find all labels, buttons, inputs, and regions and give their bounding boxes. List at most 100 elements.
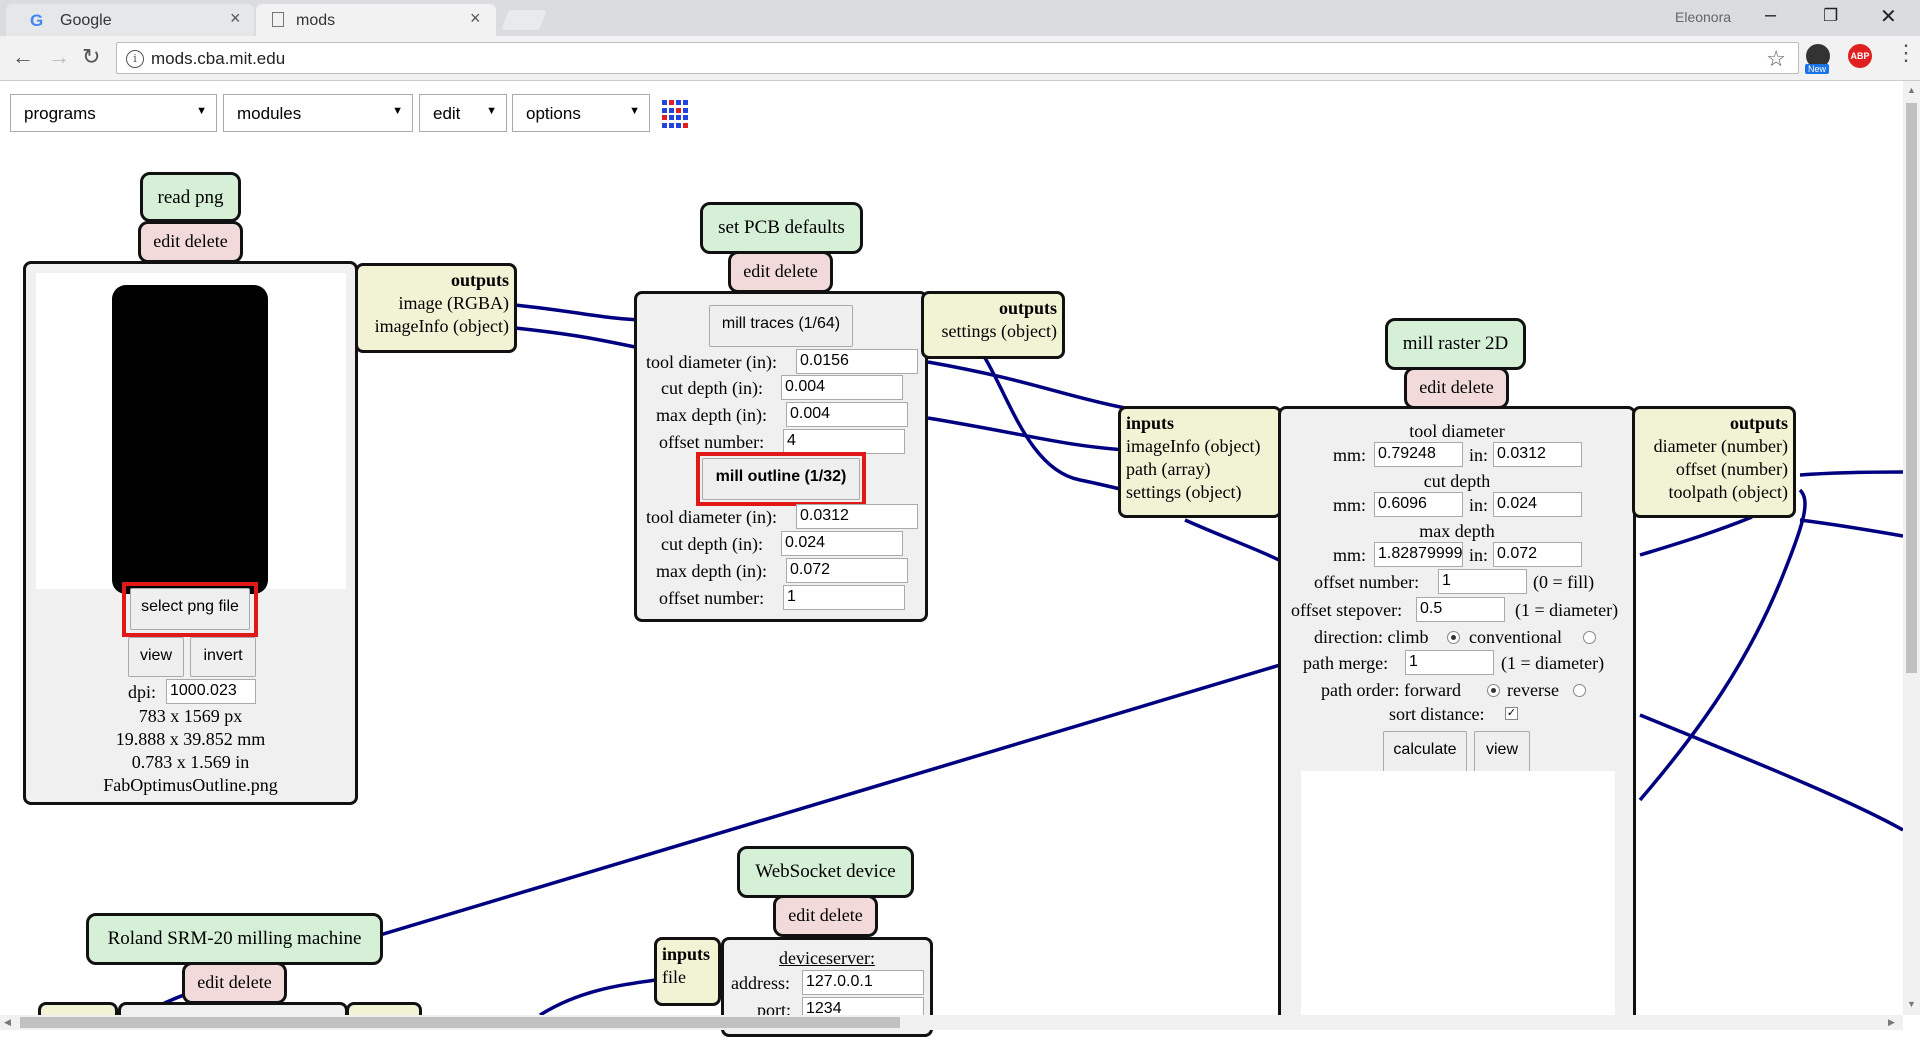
scroll-right-arrow-icon[interactable]: ▶ bbox=[1888, 1017, 1895, 1028]
websocket-edit-delete[interactable]: edit delete bbox=[773, 895, 878, 937]
address-input[interactable]: 127.0.0.1 bbox=[802, 970, 924, 995]
mill-raster-edit-delete[interactable]: edit delete bbox=[1404, 367, 1509, 409]
websocket-title[interactable]: WebSocket device bbox=[737, 846, 914, 898]
traces-offset-number-input[interactable]: 4 bbox=[783, 429, 905, 454]
address-label: address: bbox=[731, 973, 790, 993]
input-port-file[interactable]: file bbox=[662, 966, 713, 989]
max-depth-in-input[interactable]: 0.072 bbox=[1493, 542, 1582, 567]
direction-label: direction: climb bbox=[1314, 627, 1429, 647]
outputs-heading: outputs bbox=[450, 270, 509, 290]
output-port-image[interactable]: image (RGBA) bbox=[363, 292, 509, 315]
forward-radio[interactable] bbox=[1487, 684, 1500, 697]
inputs-heading: inputs bbox=[662, 944, 711, 964]
path-merge-hint: (1 = diameter) bbox=[1501, 653, 1605, 673]
wire bbox=[1184, 518, 1286, 565]
in-label: in: bbox=[1469, 445, 1489, 465]
offset-number-label: offset number: bbox=[1314, 572, 1420, 592]
wire bbox=[1799, 470, 1903, 477]
modules-menu-label: modules bbox=[237, 104, 302, 123]
vertical-scroll-thumb[interactable] bbox=[1906, 103, 1917, 673]
max-depth-mm-input[interactable]: 1.82879999 bbox=[1374, 542, 1463, 567]
outline-tool-diameter-input[interactable]: 0.0312 bbox=[796, 504, 918, 529]
pcb-defaults-title[interactable]: set PCB defaults bbox=[700, 202, 863, 254]
outputs-heading: outputs bbox=[998, 298, 1057, 318]
traces-cut-depth-input[interactable]: 0.004 bbox=[781, 375, 903, 400]
scroll-up-arrow-icon[interactable]: ▲ bbox=[1907, 85, 1916, 95]
dropdown-arrow-icon: ▼ bbox=[486, 105, 497, 117]
traces-tool-diameter-input[interactable]: 0.0156 bbox=[796, 349, 918, 374]
wire bbox=[539, 978, 657, 1015]
modules-menu[interactable]: modules ▼ bbox=[223, 94, 413, 132]
scroll-left-arrow-icon[interactable]: ◀ bbox=[4, 1017, 11, 1028]
image-size-mm: 19.888 x 39.852 mm bbox=[115, 729, 266, 749]
cut-depth-heading: cut depth bbox=[1423, 471, 1491, 491]
input-port-settings[interactable]: settings (object) bbox=[1126, 481, 1274, 504]
mill-traces-button[interactable]: mill traces (1/64) bbox=[709, 305, 853, 347]
cut-depth-label: cut depth (in): bbox=[661, 378, 763, 398]
mods-logo-icon[interactable] bbox=[662, 100, 690, 128]
tool-diameter-mm-input[interactable]: 0.79248 bbox=[1374, 442, 1463, 467]
highlight-box bbox=[122, 582, 258, 637]
outline-max-depth-input[interactable]: 0.072 bbox=[786, 558, 908, 583]
tool-diameter-label: tool diameter (in): bbox=[646, 352, 777, 372]
dpi-input[interactable]: 1000.023 bbox=[166, 679, 256, 704]
calculate-button[interactable]: calculate bbox=[1383, 731, 1467, 773]
options-menu[interactable]: options ▼ bbox=[512, 94, 650, 132]
input-port-imageinfo[interactable]: imageInfo (object) bbox=[1126, 435, 1274, 458]
path-order-label: path order: forward bbox=[1321, 680, 1461, 700]
roland-edit-delete[interactable]: edit delete bbox=[182, 962, 287, 1004]
horizontal-scroll-thumb[interactable] bbox=[20, 1017, 900, 1028]
read-png-outputs: outputs image (RGBA) imageInfo (object) bbox=[355, 263, 517, 353]
edit-menu[interactable]: edit ▼ bbox=[419, 94, 507, 132]
reverse-radio[interactable] bbox=[1573, 684, 1586, 697]
path-merge-input[interactable]: 1 bbox=[1405, 650, 1494, 675]
mill-raster-body: tool diameter mm: 0.79248 in: 0.0312 cut… bbox=[1278, 406, 1636, 1031]
offset-number-label: offset number: bbox=[659, 432, 765, 452]
read-png-title[interactable]: read png bbox=[140, 172, 241, 222]
outline-cut-depth-input[interactable]: 0.024 bbox=[781, 531, 903, 556]
output-port-imageinfo[interactable]: imageInfo (object) bbox=[363, 315, 509, 338]
websocket-inputs: inputs file bbox=[654, 937, 721, 1006]
max-depth-label: max depth (in): bbox=[656, 405, 767, 425]
mill-raster-title[interactable]: mill raster 2D bbox=[1385, 318, 1526, 370]
view-button[interactable]: view bbox=[1474, 731, 1530, 773]
view-button[interactable]: view bbox=[128, 637, 184, 677]
conventional-radio[interactable] bbox=[1583, 631, 1596, 644]
output-port-diameter[interactable]: diameter (number) bbox=[1640, 435, 1788, 458]
offset-number-input[interactable]: 1 bbox=[1438, 569, 1527, 594]
tool-diameter-in-input[interactable]: 0.0312 bbox=[1493, 442, 1582, 467]
read-png-edit-delete[interactable]: edit delete bbox=[138, 221, 243, 263]
programs-menu[interactable]: programs ▼ bbox=[10, 94, 217, 132]
image-size-in: 0.783 x 1.569 in bbox=[131, 752, 250, 772]
pcb-defaults-edit-delete[interactable]: edit delete bbox=[728, 251, 833, 293]
scroll-down-arrow-icon[interactable]: ▼ bbox=[1907, 999, 1916, 1009]
mm-label: mm: bbox=[1333, 445, 1367, 465]
mill-raster-inputs: inputs imageInfo (object) path (array) s… bbox=[1118, 406, 1282, 518]
outline-offset-number-input[interactable]: 1 bbox=[783, 585, 905, 610]
wire bbox=[514, 303, 641, 322]
max-depth-heading: max depth bbox=[1419, 521, 1495, 541]
output-port-settings[interactable]: settings (object) bbox=[929, 320, 1057, 343]
output-port-toolpath[interactable]: toolpath (object) bbox=[1640, 481, 1788, 504]
cut-depth-label: cut depth (in): bbox=[661, 534, 763, 554]
dpi-label: dpi: bbox=[128, 682, 157, 702]
sort-distance-checkbox[interactable]: ✓ bbox=[1505, 707, 1518, 720]
wire bbox=[1639, 713, 1903, 832]
offset-stepover-input[interactable]: 0.5 bbox=[1416, 597, 1505, 622]
climb-radio[interactable] bbox=[1447, 631, 1460, 644]
offset-number-hint: (0 = fill) bbox=[1533, 572, 1595, 592]
cut-depth-in-input[interactable]: 0.024 bbox=[1493, 492, 1582, 517]
horizontal-scrollbar[interactable]: ◀ ▶ bbox=[0, 1015, 1903, 1030]
path-merge-label: path merge: bbox=[1303, 653, 1389, 673]
traces-max-depth-input[interactable]: 0.004 bbox=[786, 402, 908, 427]
output-port-offset[interactable]: offset (number) bbox=[1640, 458, 1788, 481]
tool-diameter-label: tool diameter (in): bbox=[646, 507, 777, 527]
max-depth-label: max depth (in): bbox=[656, 561, 767, 581]
wire bbox=[1799, 518, 1903, 538]
invert-button[interactable]: invert bbox=[190, 637, 256, 677]
vertical-scrollbar[interactable]: ▲ ▼ bbox=[1903, 81, 1920, 1015]
offset-number-label: offset number: bbox=[659, 588, 765, 608]
cut-depth-mm-input[interactable]: 0.6096 bbox=[1374, 492, 1463, 517]
input-port-path[interactable]: path (array) bbox=[1126, 458, 1274, 481]
roland-title[interactable]: Roland SRM-20 milling machine bbox=[86, 913, 383, 965]
